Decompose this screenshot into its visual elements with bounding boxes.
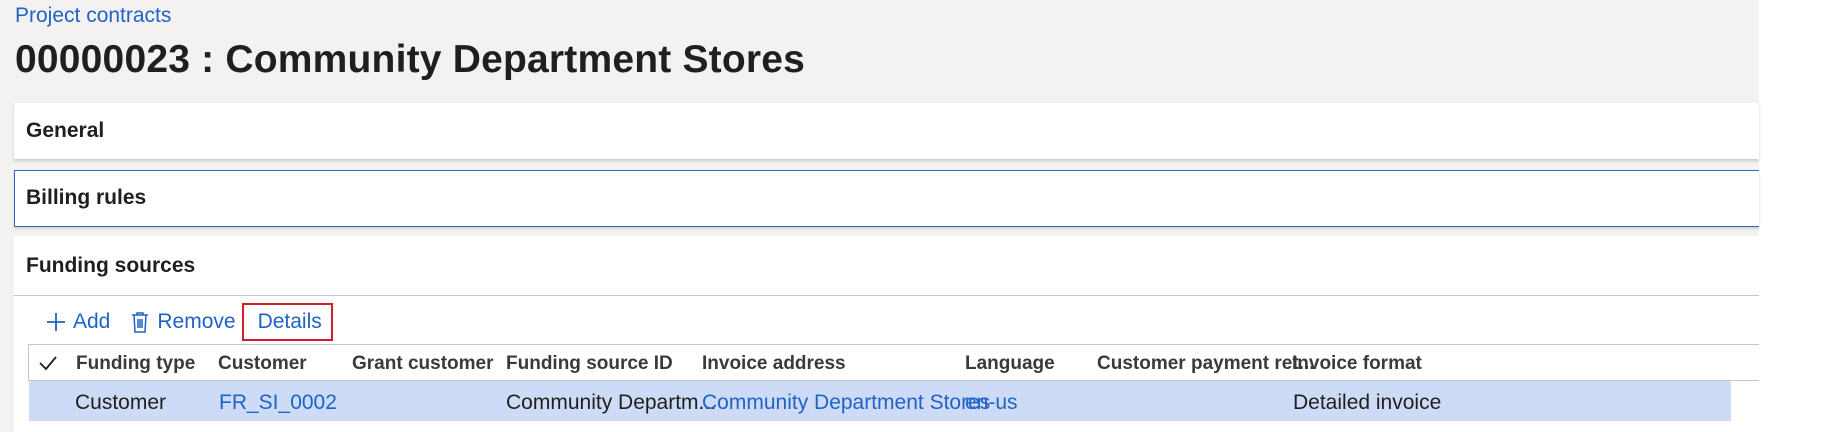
workspace: Project contracts 00000023 : Community D… [0,0,1759,432]
breadcrumb[interactable]: Project contracts [15,4,171,28]
details-button[interactable]: Details [241,303,333,341]
column-header-invoice-format[interactable]: Invoice format [1292,353,1422,375]
column-header-funding-type[interactable]: Funding type [76,353,195,375]
column-header-customer-payment-retention[interactable]: Customer payment ret... [1097,353,1315,375]
cell-language-link[interactable]: en-us [965,391,1018,415]
cell-customer-link[interactable]: FR_SI_0002 [219,391,337,415]
page-title: 00000023 : Community Department Stores [15,38,806,81]
fasttab-funding-sources: Funding sources Add Remove Details Fundi… [14,236,1759,432]
remove-icon [128,310,152,334]
fasttab-billing-rules-label: Billing rules [26,186,147,209]
column-header-customer[interactable]: Customer [218,353,307,375]
cell-invoice-format[interactable]: Detailed invoice [1293,391,1441,415]
fasttab-general-label: General [26,119,105,142]
column-header-grant-customer[interactable]: Grant customer [352,353,493,375]
divider [14,295,1759,296]
column-header-invoice-address[interactable]: Invoice address [702,353,846,375]
details-button-label: Details [257,310,322,333]
column-header-funding-source-id[interactable]: Funding source ID [506,353,673,375]
table-row[interactable]: Customer FR_SI_0002 Community Departm...… [29,381,1731,421]
cell-funding-type[interactable]: Customer [75,391,166,415]
select-all-checkmark-icon[interactable] [37,352,59,374]
column-header-language[interactable]: Language [965,353,1055,375]
add-button[interactable]: Add [44,304,110,340]
remove-button-label: Remove [157,310,236,333]
fasttab-general[interactable]: General [14,103,1759,159]
cell-funding-source-id[interactable]: Community Departm... [506,391,716,415]
add-button-label: Add [73,310,111,333]
app-canvas: Project contracts 00000023 : Community D… [0,0,1839,432]
grid-header: Funding type Customer Grant customer Fun… [28,344,1759,381]
funding-sources-grid: Funding type Customer Grant customer Fun… [28,344,1759,432]
add-icon [44,310,68,334]
funding-action-bar: Add Remove Details [30,303,333,341]
remove-button[interactable]: Remove [128,304,236,340]
cell-invoice-address-link[interactable]: Community Department Stores [702,391,990,415]
fasttab-funding-sources-label[interactable]: Funding sources [26,254,195,278]
fasttab-billing-rules[interactable]: Billing rules [14,170,1759,227]
